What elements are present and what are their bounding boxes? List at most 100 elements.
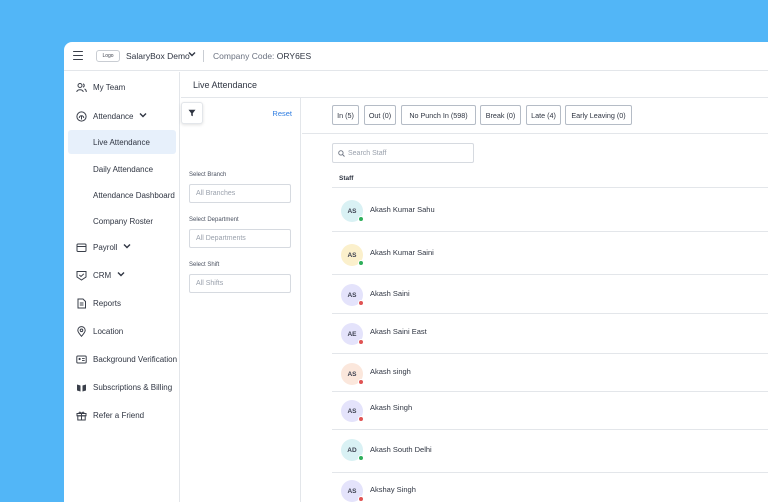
chevron-down-icon [139,113,147,121]
staff-name: Akash Saini [370,289,410,298]
company-name[interactable]: SalaryBox Demo [126,51,190,61]
hamburger-menu-icon[interactable] [73,51,83,60]
department-label: Select Department [189,217,239,223]
sidebar-item-crm[interactable]: CRM [64,264,180,286]
sidebar-item-background-verification[interactable]: Background Verification [64,348,180,370]
staff-name: Akash singh [370,367,411,376]
location-pin-icon [76,325,87,337]
avatar: AS [341,200,364,222]
sidebar-sub-company-roster[interactable]: Company Roster [68,209,176,233]
avatar: AS [341,363,364,385]
chevron-down-icon [117,272,125,280]
status-dot [358,379,364,385]
sidebar-item-attendance[interactable]: Attendance [64,105,180,127]
tab-in[interactable]: In (5) [332,105,359,125]
search-icon [338,149,345,157]
sidebar-sub-attendance-dashboard[interactable]: Attendance Dashboard [68,183,176,207]
sidebar-item-payroll[interactable]: Payroll [64,236,180,258]
avatar: AE [341,323,364,345]
staff-name: Akash Singh [370,403,413,412]
table-row[interactable]: AS Akash singh [332,354,768,392]
filter-icon [188,109,196,117]
table-row[interactable]: AS Akash Kumar Sahu [332,189,768,232]
top-bar: Logo SalaryBox Demo Company Code: ORY6ES [64,42,768,71]
reset-button[interactable]: Reset [272,109,292,118]
shift-select[interactable]: All Shifts [189,274,291,293]
table-row[interactable]: AS Akash Singh [332,392,768,430]
status-tabs: In (5) Out (0) No Punch In (598) Break (… [302,98,768,134]
chevron-down-icon [123,244,131,252]
document-icon [76,298,87,309]
sidebar-item-label: Location [93,326,124,336]
status-dot [358,339,364,345]
branch-label: Select Branch [189,172,227,178]
status-dot [358,216,364,222]
status-dot [358,455,364,461]
avatar: AD [341,439,364,461]
crm-icon [76,270,87,281]
avatar: AS [341,244,364,266]
tab-late[interactable]: Late (4) [526,105,561,125]
staff-column-header: Staff [332,170,768,188]
staff-name: Akash Kumar Sahu [370,205,435,214]
branch-select[interactable]: All Branches [189,184,291,203]
gift-icon [76,410,87,421]
company-code: Company Code: ORY6ES [213,51,311,61]
table-row[interactable]: AE Akash Saini East [332,314,768,354]
sidebar-item-label: Attendance [93,111,147,121]
tab-break[interactable]: Break (0) [480,105,521,125]
sidebar-item-subscriptions-billing[interactable]: Subscriptions & Billing [64,376,180,398]
sidebar-item-reports[interactable]: Reports [64,292,180,314]
sidebar-item-label: Background Verification [93,354,178,364]
sidebar-sub-daily-attendance[interactable]: Daily Attendance [68,157,176,181]
fingerprint-icon [76,110,87,122]
sidebar-item-label: Payroll [93,242,131,252]
team-icon [76,82,87,93]
status-dot [358,496,364,502]
avatar: AS [341,480,364,502]
company-code-value: ORY6ES [276,51,312,61]
app-window: Logo SalaryBox Demo Company Code: ORY6ES… [64,42,768,502]
staff-name: Akash Kumar Saini [370,248,434,257]
sidebar-item-refer-a-friend[interactable]: Refer a Friend [64,404,180,426]
sidebar-item-label: CRM [93,270,125,280]
status-dot [358,260,364,266]
tab-out[interactable]: Out (0) [364,105,396,125]
billing-icon [76,382,87,393]
wallet-icon [76,242,87,253]
search-input[interactable]: Search Staff [332,143,474,163]
chevron-down-icon[interactable] [188,50,196,60]
sidebar-item-label: Subscriptions & Billing [93,382,173,392]
page-title: Live Attendance [181,72,768,98]
company-logo: Logo [96,50,120,62]
sidebar: My Team Attendance Live Attendance Daily… [64,72,180,502]
topbar-divider [203,50,204,62]
sidebar-item-label: Reports [93,298,122,308]
avatar: AS [341,400,364,422]
status-dot [358,416,364,422]
table-row[interactable]: AS Akshay Singh [332,473,768,502]
sidebar-item-label: My Team [93,82,126,92]
search-placeholder: Search Staff [348,149,387,157]
avatar: AS [341,284,364,306]
shift-label: Select Shift [189,262,220,268]
sidebar-item-label: Refer a Friend [93,410,145,420]
staff-name: Akash South Delhi [370,445,432,454]
sidebar-item-location[interactable]: Location [64,320,180,342]
department-select[interactable]: All Departments [189,229,291,248]
id-card-icon [76,354,87,365]
table-row[interactable]: AS Akash Kumar Saini [332,232,768,275]
table-row[interactable]: AD Akash South Delhi [332,430,768,473]
status-dot [358,300,364,306]
staff-name: Akash Saini East [370,327,427,336]
tab-early-leaving[interactable]: Early Leaving (0) [565,105,632,125]
attendance-content: In (5) Out (0) No Punch In (598) Break (… [302,98,768,502]
sidebar-item-my-team[interactable]: My Team [64,76,180,98]
company-code-label: Company Code: [213,51,275,61]
tab-no-punch-in[interactable]: No Punch In (598) [401,105,476,125]
filter-panel: Reset Select Branch All Branches Select … [181,98,301,502]
filter-button[interactable] [181,102,203,124]
sidebar-sub-live-attendance[interactable]: Live Attendance [68,130,176,154]
staff-name: Akshay Singh [370,485,416,494]
table-row[interactable]: AS Akash Saini [332,275,768,314]
